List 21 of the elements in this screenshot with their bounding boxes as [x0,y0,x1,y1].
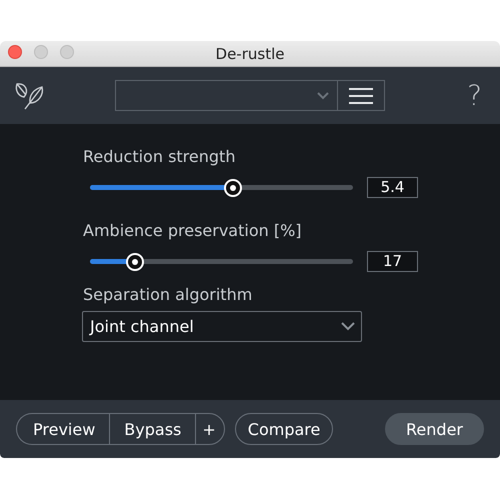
slider-thumb[interactable] [126,252,144,270]
chevron-down-icon [317,92,329,100]
close-button[interactable] [8,45,22,59]
footer-button[interactable]: + [195,413,225,445]
parameter-label: Separation algorithm [83,284,252,306]
render-button[interactable]: Render [385,413,484,445]
value-field[interactable]: 5.4 [367,177,418,198]
leaves-icon [14,80,46,110]
menu-icon [349,86,373,104]
help-button[interactable]: ? [463,79,486,112]
slider-thumb[interactable] [224,178,242,196]
footer-button[interactable]: Bypass [109,413,196,445]
menu-button[interactable] [338,80,385,111]
compare-button[interactable]: Compare [234,413,334,445]
value-field[interactable]: 17 [367,251,418,272]
chevron-down-icon [341,322,355,331]
footer-button[interactable]: Preview [16,413,110,445]
parameter-label: Reduction strength [83,146,236,168]
parameter-label: Ambience preservation [%] [83,220,302,242]
algorithm-dropdown[interactable]: Joint channel [82,311,362,342]
window-title: De-rustle [216,44,284,62]
